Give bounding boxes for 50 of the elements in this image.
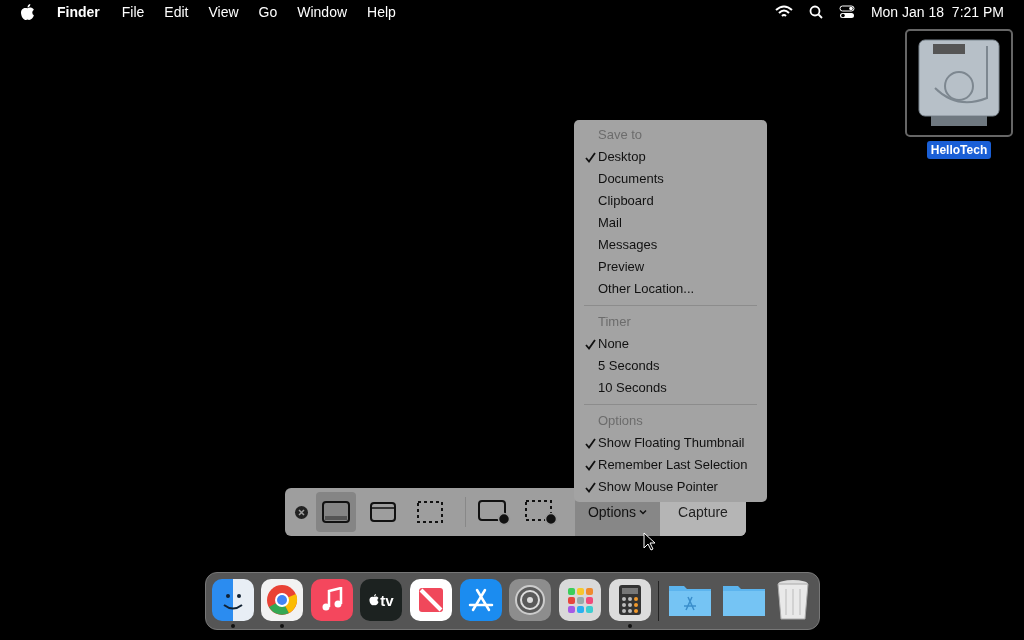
music-note-app-icon[interactable] [310,579,353,621]
caret-icon [639,509,648,515]
menu-option[interactable]: Remember Last Selection [574,454,767,476]
menu-item[interactable]: Go [258,1,278,23]
menu-item[interactable]: Edit [164,1,189,23]
finder-app-icon[interactable] [211,579,254,621]
menu-option[interactable]: Desktop [574,146,767,168]
browser-app-icon[interactable] [261,579,304,621]
checkmark-icon [584,437,596,449]
menu-item[interactable]: Help [367,1,396,23]
menu-option[interactable]: Preview [574,256,767,278]
selection-record-icon [524,499,558,525]
mouse-pointer-icon [643,532,656,551]
app-grid-icon[interactable] [559,579,602,621]
close-icon [298,508,305,516]
menu-option[interactable]: 10 Seconds [574,377,767,399]
menu-option[interactable]: 5 Seconds [574,355,767,377]
menu-item[interactable]: Window [297,1,348,23]
toggle-switches-icon[interactable] [838,5,855,19]
window-icon [369,501,397,523]
dashed-selection-icon [416,500,444,524]
capture-mode-button[interactable] [316,492,356,532]
tv-app-icon[interactable]: tv [360,579,403,621]
calculator-app-icon[interactable] [608,579,651,621]
screen-icon [321,500,351,524]
checkmark-icon [584,481,596,493]
menu-option[interactable]: Messages [574,234,767,256]
apple-logo-icon[interactable] [20,3,35,21]
clock[interactable]: Mon Jan 18 7:21 PM [870,1,1004,23]
screen-record-icon [477,499,511,525]
desktop-icon-label[interactable]: HelloTech [926,141,992,159]
app-menu[interactable]: Finder [57,1,100,23]
gear-settings-icon[interactable] [509,579,552,621]
checkmark-icon [584,151,596,163]
wifi-icon[interactable] [774,5,793,19]
hard-drive-icon[interactable] [905,29,1013,137]
menu-option[interactable]: None [574,333,767,355]
close-button[interactable] [295,505,308,519]
app-store-icon[interactable] [459,579,502,621]
menu-option[interactable]: Mail [574,212,767,234]
news-app-icon[interactable] [410,579,453,621]
checkmark-icon [584,459,596,471]
menu-item[interactable]: File [121,1,145,23]
menu-option[interactable]: Other Location... [574,278,767,300]
menu-option[interactable]: Documents [574,168,767,190]
menu-item[interactable]: View [208,1,239,23]
search-icon[interactable] [808,5,823,19]
menu-option[interactable]: Clipboard [574,190,767,212]
menu-option[interactable]: Show Floating Thumbnail [574,432,767,454]
checkmark-icon [584,338,596,350]
